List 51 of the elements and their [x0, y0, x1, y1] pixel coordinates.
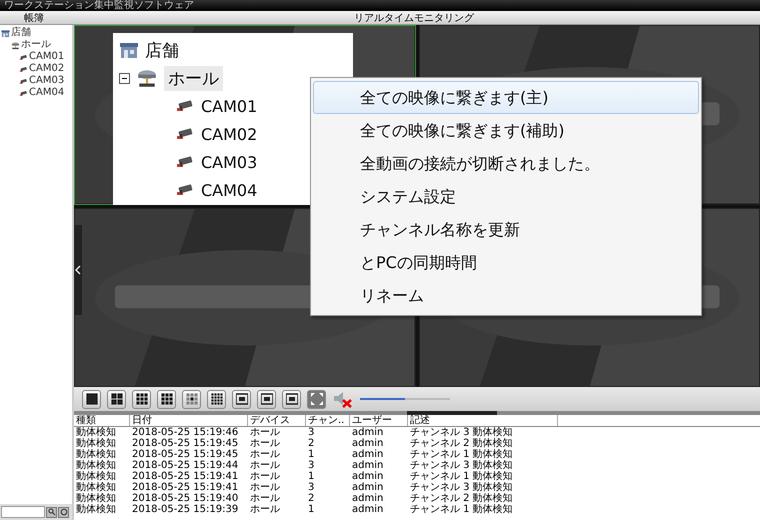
table-cell-text: チャンネル 2 動体検知 [409, 438, 514, 449]
table-cell-text: 動体検知 [75, 471, 117, 482]
table-cell-text: 2018-05-25 15:19:45 [131, 438, 240, 449]
table-cell-text: 1 [307, 504, 316, 515]
table-cell-text: 動体検知 [75, 449, 117, 460]
table-cell-text: 3 [307, 427, 316, 438]
table-cell-text: チャンネル 1 動体検知 [409, 504, 514, 515]
table-cell-text: 2018-05-25 15:19:41 [131, 471, 240, 482]
table-cell-text: ホール [249, 482, 281, 493]
table-cell-text: ホール [249, 504, 281, 515]
table-cell-text: チャンネル 1 動体検知 [409, 471, 514, 482]
table-cell-text: チャンネル 3 動体検知 [409, 460, 514, 471]
table-cell-text: 動体検知 [75, 438, 117, 449]
table-cell-text: 2018-05-25 15:19:39 [131, 504, 240, 515]
table-cell-text: 動体検知 [75, 504, 117, 515]
table-cell-text: 2 [307, 493, 316, 504]
table-cell-text: チャンネル 3 動体検知 [409, 482, 514, 493]
table-cell-text: admin [351, 504, 384, 515]
table-cell-text: チャンネル 3 動体検知 [409, 427, 514, 438]
table-cell-text: チャンネル 1 動体検知 [409, 449, 514, 460]
table-cell-text: ホール [249, 449, 281, 460]
table-cell-text: ホール [249, 471, 281, 482]
table-cell-text: 3 [307, 460, 316, 471]
table-cell-text: ホール [249, 438, 281, 449]
table-cell-text: 2018-05-25 15:19:46 [131, 427, 240, 438]
table-cell-text: admin [351, 460, 384, 471]
table-cell-text: admin [351, 493, 384, 504]
table-cell-text: 動体検知 [75, 493, 117, 504]
panel-label: 帳簿 [24, 12, 44, 24]
table-cell-text: チャンネル 2 動体検知 [409, 493, 514, 504]
table-cell-text: admin [351, 449, 384, 460]
table-cell-text: ホール [249, 493, 281, 504]
table-cell-text: 1 [307, 449, 316, 460]
table-cell-text: admin [351, 427, 384, 438]
panel-title: リアルタイムモニタリング [354, 12, 474, 24]
window-title: ワークステーション集中監視ソフトウェア [4, 0, 194, 11]
table-cell-text: ホール [249, 460, 281, 471]
table-cell-text: 動体検知 [75, 482, 117, 493]
table-cell-text: 2018-05-25 15:19:44 [131, 460, 240, 471]
table-cell-text: 2018-05-25 15:19:41 [131, 482, 240, 493]
table-cell-text: 動体検知 [75, 460, 117, 471]
table-cell-text: admin [351, 438, 384, 449]
table-cell-text: 2018-05-25 15:19:40 [131, 493, 240, 504]
table-cell-text: 2 [307, 438, 316, 449]
table-cell-text: 動体検知 [75, 427, 117, 438]
table-cell-text: 3 [307, 482, 316, 493]
table-cell-text: ホール [249, 427, 281, 438]
table-cell-text: admin [351, 482, 384, 493]
table-cell-text: 1 [307, 471, 316, 482]
table-cell-text: 2018-05-25 15:19:45 [131, 449, 240, 460]
table-cell-text: admin [351, 471, 384, 482]
